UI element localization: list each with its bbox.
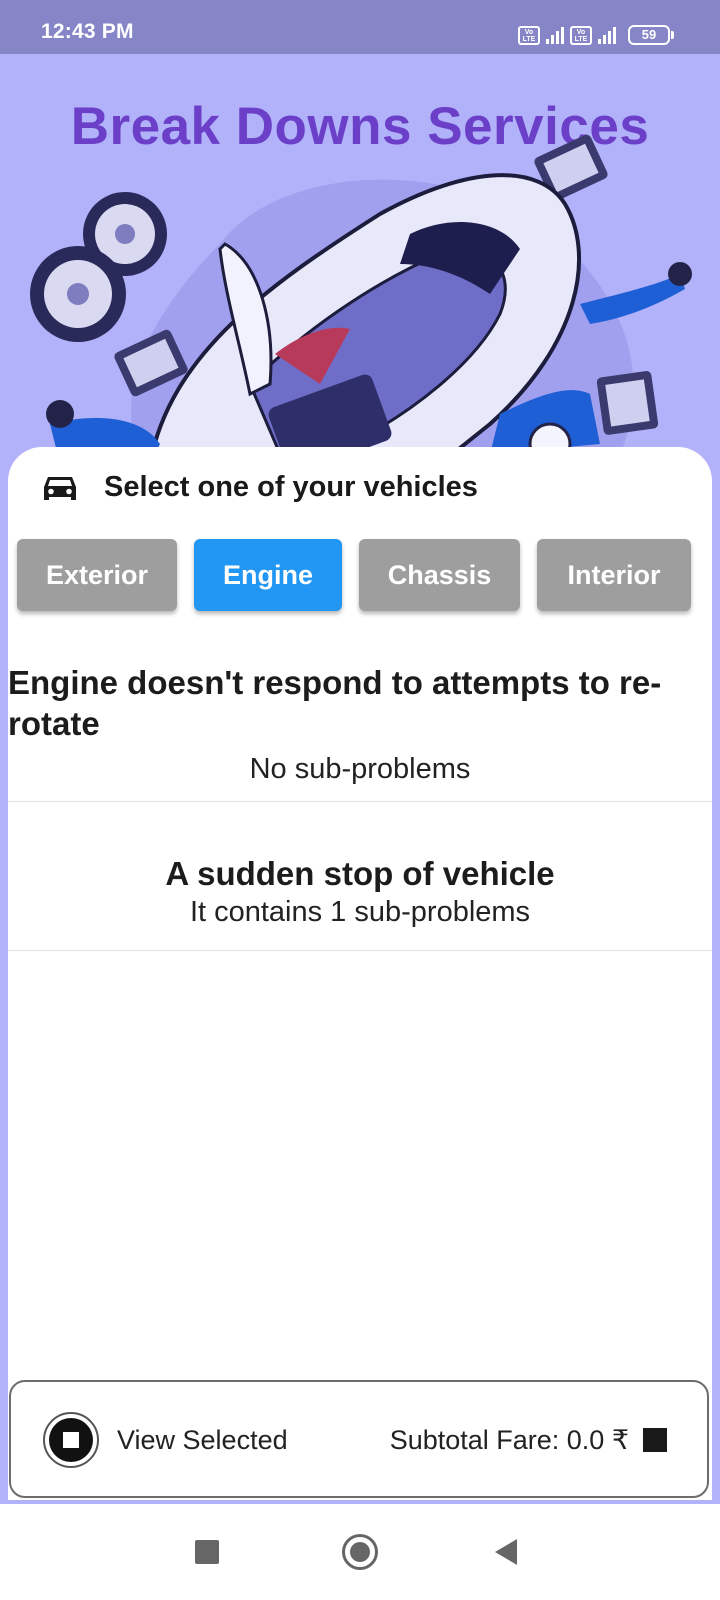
volte-icon-2: Vo LTE	[570, 25, 592, 45]
status-icons: Vo LTE Vo LTE 59	[518, 23, 674, 47]
back-arrow-icon	[495, 1539, 517, 1565]
tab-chassis[interactable]: Chassis	[359, 539, 520, 611]
problem-subtitle: No sub-problems	[249, 753, 471, 785]
view-selected-label: View Selected	[117, 1424, 288, 1455]
home-icon	[342, 1534, 378, 1570]
category-tabs: Exterior Engine Chassis Interior	[17, 539, 707, 613]
tab-exterior[interactable]: Exterior	[17, 539, 177, 611]
car-icon	[44, 477, 76, 500]
bottom-summary-bar: View Selected Subtotal Fare: 0.0 ₹	[9, 1380, 709, 1498]
subtotal-fare: Subtotal Fare: 0.0 ₹	[390, 1410, 667, 1470]
home-button[interactable]	[340, 1532, 380, 1572]
status-bar: 12:43 PM Vo LTE Vo LTE 59	[0, 0, 720, 54]
system-nav-bar	[0, 1504, 720, 1600]
vehicle-sheet: Select one of your vehicles Exterior Eng…	[8, 447, 712, 1500]
problem-list: Engine doesn't respond to attempts to re…	[8, 657, 712, 951]
back-button[interactable]	[486, 1532, 526, 1572]
problem-title: A sudden stop of vehicle	[165, 855, 555, 892]
battery-icon: 59	[628, 25, 674, 45]
square-icon	[643, 1428, 667, 1452]
recents-button[interactable]	[187, 1532, 227, 1572]
status-time: 12:43 PM	[41, 20, 134, 43]
signal-icon-2	[598, 26, 616, 44]
tab-interior[interactable]: Interior	[537, 539, 691, 611]
fare-label: Subtotal Fare: 0.0 ₹	[389, 1424, 629, 1455]
stop-icon	[43, 1412, 99, 1468]
problem-title: Engine doesn't respond to attempts to re…	[8, 664, 662, 742]
list-item[interactable]: Engine doesn't respond to attempts to re…	[8, 657, 712, 802]
list-item[interactable]: A sudden stop of vehicle It contains 1 s…	[8, 802, 712, 951]
square-icon	[195, 1540, 219, 1564]
view-selected-button[interactable]: View Selected	[43, 1410, 288, 1470]
volte-icon: Vo LTE	[518, 25, 540, 45]
sheet-title: Select one of your vehicles	[104, 470, 478, 503]
signal-icon	[546, 26, 564, 44]
tyre-icon	[30, 192, 167, 342]
tab-engine[interactable]: Engine	[194, 539, 342, 611]
sheet-header: Select one of your vehicles	[40, 467, 478, 507]
problem-subtitle: It contains 1 sub-problems	[189, 896, 531, 928]
